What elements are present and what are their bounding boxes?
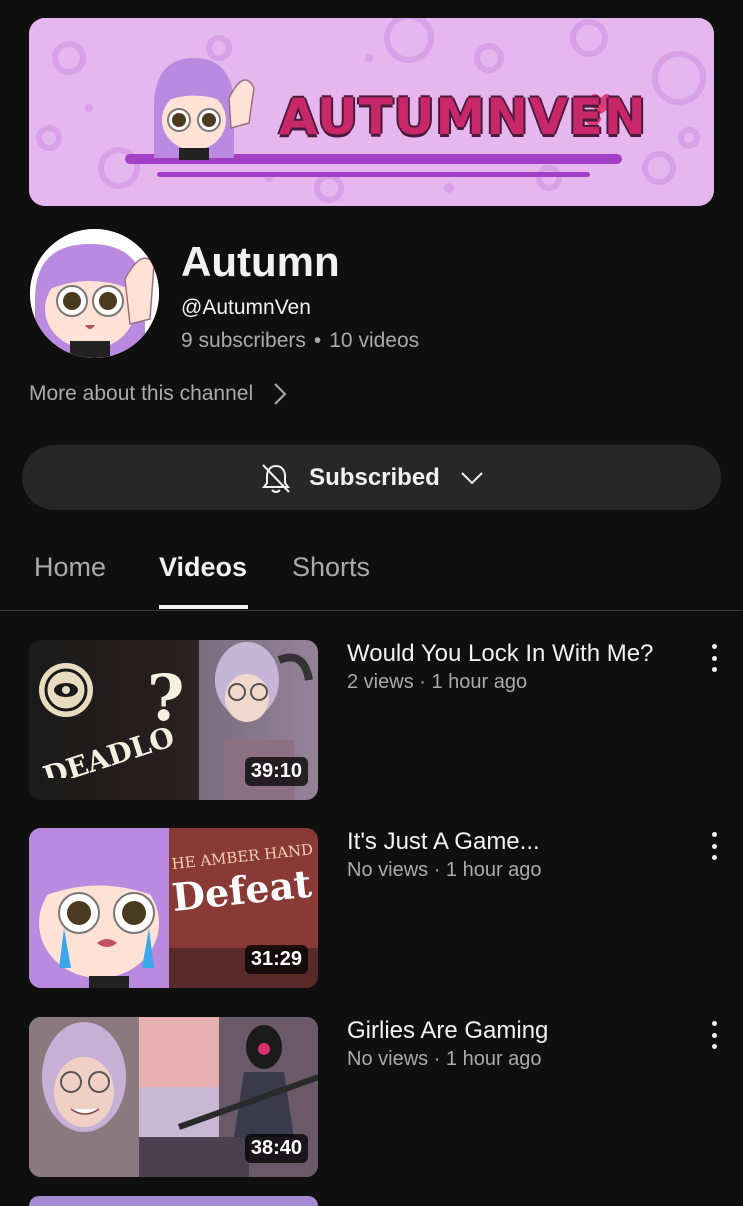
video-title[interactable]: Would You Lock In With Me? bbox=[347, 640, 653, 668]
tab-home[interactable]: Home bbox=[34, 552, 106, 583]
avatar-illustration bbox=[30, 229, 159, 358]
more-options-icon[interactable] bbox=[702, 644, 726, 672]
tab-shorts[interactable]: Shorts bbox=[292, 552, 370, 583]
video-item[interactable]: ? DEADLOCK 39:10 Would You Lock In With … bbox=[0, 640, 743, 800]
channel-avatar[interactable] bbox=[30, 229, 159, 358]
channel-tabs: Home Videos Shorts bbox=[0, 540, 743, 611]
video-duration: 39:10 bbox=[244, 757, 308, 786]
video-duration: 31:29 bbox=[244, 945, 308, 974]
more-about-label: More about this channel bbox=[29, 382, 254, 405]
channel-banner: AUTUMNVEN bbox=[29, 18, 714, 206]
video-meta: No views · 1 hour ago bbox=[347, 1048, 542, 1070]
bell-off-icon bbox=[262, 463, 291, 493]
next-video-thumbnail-peek[interactable] bbox=[29, 1196, 318, 1206]
video-thumbnail[interactable]: ? DEADLOCK 39:10 bbox=[29, 640, 318, 800]
video-item[interactable]: 38:40 Girlies Are Gaming No views · 1 ho… bbox=[0, 1017, 743, 1177]
thumbnail-text: HE AMBER HAND Defeat bbox=[170, 840, 314, 914]
video-count: 10 videos bbox=[329, 329, 420, 352]
chevron-right-icon bbox=[274, 383, 287, 405]
more-about-channel-link[interactable]: More about this channel bbox=[29, 382, 287, 406]
more-options-icon[interactable] bbox=[702, 1021, 726, 1049]
chevron-down-icon bbox=[461, 471, 483, 484]
svg-text:DEADLOCK: DEADLOCK bbox=[39, 718, 173, 778]
video-item[interactable]: HE AMBER HAND Defeat 31:29 It's Just A G… bbox=[0, 828, 743, 988]
video-thumbnail[interactable]: 38:40 bbox=[29, 1017, 318, 1177]
channel-stats: 9 subscribers • 10 videos bbox=[181, 329, 419, 353]
video-title[interactable]: It's Just A Game... bbox=[347, 828, 540, 856]
video-meta: 2 views · 1 hour ago bbox=[347, 671, 528, 693]
more-options-icon[interactable] bbox=[702, 832, 726, 860]
video-duration: 38:40 bbox=[244, 1134, 308, 1163]
video-meta: No views · 1 hour ago bbox=[347, 859, 542, 881]
video-thumbnail[interactable]: HE AMBER HAND Defeat 31:29 bbox=[29, 828, 318, 988]
thumbnail-text: DEADLOCK bbox=[39, 718, 173, 778]
tab-videos[interactable]: Videos bbox=[159, 552, 247, 583]
video-title[interactable]: Girlies Are Gaming bbox=[347, 1017, 548, 1045]
banner-title: AUTUMNVEN bbox=[279, 88, 647, 146]
stats-separator: • bbox=[313, 329, 322, 352]
channel-name: Autumn bbox=[181, 238, 340, 285]
subscribed-button[interactable]: Subscribed bbox=[22, 445, 721, 510]
subscribed-label: Subscribed bbox=[309, 463, 440, 491]
active-tab-indicator bbox=[159, 605, 248, 609]
subscriber-count: 9 subscribers bbox=[181, 329, 306, 352]
channel-handle: @AutumnVen bbox=[181, 296, 311, 319]
